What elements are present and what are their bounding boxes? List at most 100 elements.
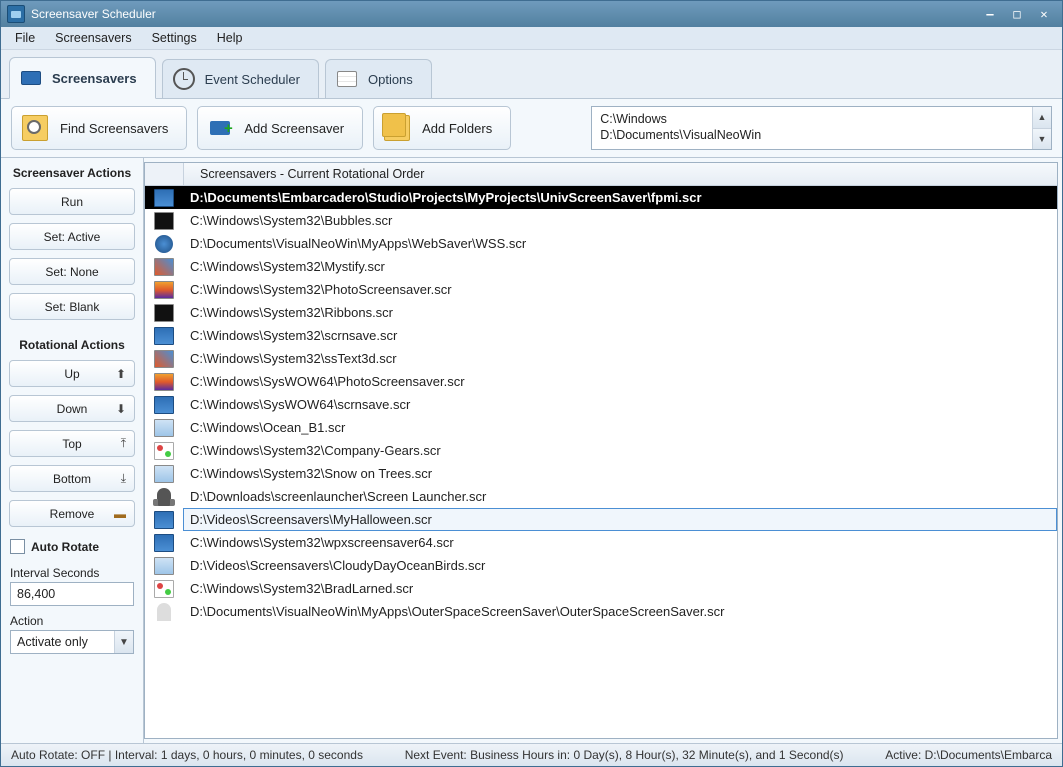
list-item[interactable]: C:\Windows\System32\wpxscreensaver64.scr [145, 531, 1057, 554]
tab-event-scheduler[interactable]: Event Scheduler [162, 59, 319, 98]
remove-button[interactable]: Remove ▬ [9, 500, 135, 527]
list-item[interactable]: C:\Windows\SysWOW64\PhotoScreensaver.scr [145, 370, 1057, 393]
path-spin-down[interactable]: ▼ [1033, 129, 1051, 150]
arrow-down-icon: ⬇ [116, 402, 126, 416]
button-label: Find Screensavers [60, 121, 168, 136]
list-item-path: C:\Windows\SysWOW64\PhotoScreensaver.scr [183, 370, 1057, 393]
list-item-path: C:\Windows\System32\Bubbles.scr [183, 209, 1057, 232]
checkbox-label: Auto Rotate [31, 540, 99, 554]
menu-settings[interactable]: Settings [142, 29, 207, 47]
menu-help[interactable]: Help [207, 29, 253, 47]
path-spinner: ▲ ▼ [1032, 107, 1051, 149]
chevron-down-icon: ▼ [114, 631, 133, 653]
list-item-path: C:\Windows\System32\PhotoScreensaver.scr [183, 278, 1057, 301]
status-right: Active: D:\Documents\Embarca [879, 748, 1058, 762]
list-item[interactable]: C:\Windows\System32\Company-Gears.scr [145, 439, 1057, 462]
set-blank-button[interactable]: Set: Blank [9, 293, 135, 320]
tab-label: Screensavers [52, 71, 137, 86]
menu-file[interactable]: File [5, 29, 45, 47]
titlebar[interactable]: Screensaver Scheduler — □ ✕ [1, 1, 1062, 27]
list-item[interactable]: D:\Documents\Embarcadero\Studio\Projects… [145, 186, 1057, 209]
list-item[interactable]: C:\Windows\System32\ssText3d.scr [145, 347, 1057, 370]
checkbox-box [10, 539, 25, 554]
list-item-icon-cell [145, 209, 183, 232]
list-item-path: C:\Windows\System32\scrnsave.scr [183, 324, 1057, 347]
path-spin-up[interactable]: ▲ [1033, 107, 1051, 129]
path-line: C:\Windows [600, 111, 1024, 127]
list-rows[interactable]: D:\Documents\Embarcadero\Studio\Projects… [145, 186, 1057, 738]
down-button[interactable]: Down ⬇ [9, 395, 135, 422]
tab-options[interactable]: Options [325, 59, 432, 98]
set-active-button[interactable]: Set: Active [9, 223, 135, 250]
tab-label: Event Scheduler [205, 72, 300, 87]
tab-screensavers[interactable]: Screensavers [9, 57, 156, 99]
arrow-top-icon: ⤒ [121, 436, 126, 451]
button-label: Up [64, 367, 79, 381]
button-label: Add Screensaver [244, 121, 344, 136]
add-folders-button[interactable]: Add Folders [373, 106, 511, 150]
status-left: Auto Rotate: OFF | Interval: 1 days, 0 h… [5, 748, 369, 762]
list-item[interactable]: C:\Windows\System32\Ribbons.scr [145, 301, 1057, 324]
button-label: Bottom [53, 472, 91, 486]
list-item[interactable]: D:\Videos\Screensavers\CloudyDayOceanBir… [145, 554, 1057, 577]
list-item[interactable]: C:\Windows\System32\BradLarned.scr [145, 577, 1057, 600]
list-item[interactable]: D:\Videos\Screensavers\MyHalloween.scr [145, 508, 1057, 531]
run-button[interactable]: Run [9, 188, 135, 215]
options-icon [336, 68, 358, 90]
list-item[interactable]: C:\Windows\Ocean_B1.scr [145, 416, 1057, 439]
menu-screensavers[interactable]: Screensavers [45, 29, 141, 47]
screensaver-icon [154, 396, 174, 414]
list-item[interactable]: C:\Windows\System32\scrnsave.scr [145, 324, 1057, 347]
remove-icon: ▬ [114, 507, 126, 521]
add-monitor-icon [208, 116, 232, 140]
list-item[interactable]: D:\Downloads\screenlauncher\Screen Launc… [145, 485, 1057, 508]
list-item-path: C:\Windows\System32\wpxscreensaver64.scr [183, 531, 1057, 554]
auto-rotate-checkbox[interactable]: Auto Rotate [6, 531, 138, 558]
screensaver-icon [157, 488, 171, 506]
window: Screensaver Scheduler — □ ✕ File Screens… [0, 0, 1063, 767]
search-paths-box[interactable]: C:\Windows D:\Documents\VisualNeoWin ▲ ▼ [591, 106, 1052, 150]
monitor-icon [20, 67, 42, 89]
list-item[interactable]: C:\Windows\SysWOW64\scrnsave.scr [145, 393, 1057, 416]
list-header-handle [145, 163, 184, 185]
list-item-path: C:\Windows\System32\Mystify.scr [183, 255, 1057, 278]
list-item[interactable]: D:\Documents\VisualNeoWin\MyApps\WebSave… [145, 232, 1057, 255]
list-item[interactable]: C:\Windows\System32\Mystify.scr [145, 255, 1057, 278]
list-item-path: D:\Documents\VisualNeoWin\MyApps\WebSave… [183, 232, 1057, 255]
top-button[interactable]: Top ⤒ [9, 430, 135, 457]
action-combo[interactable]: Activate only ▼ [10, 630, 134, 654]
list-item-icon-cell [145, 577, 183, 600]
status-center: Next Event: Business Hours in: 0 Day(s),… [399, 748, 850, 762]
list-item-path: D:\Videos\Screensavers\MyHalloween.scr [183, 508, 1057, 531]
up-button[interactable]: Up ⬆ [9, 360, 135, 387]
screensaver-icon [154, 304, 174, 322]
toolbar: Find Screensavers Add Screensaver Add Fo… [1, 99, 1062, 158]
button-label: Run [61, 195, 83, 209]
list-item[interactable]: C:\Windows\System32\Bubbles.scr [145, 209, 1057, 232]
list-item-icon-cell [145, 439, 183, 462]
add-screensaver-button[interactable]: Add Screensaver [197, 106, 363, 150]
find-screensavers-button[interactable]: Find Screensavers [11, 106, 187, 150]
close-button[interactable]: ✕ [1032, 6, 1056, 22]
side-panel: Screensaver Actions Run Set: Active Set:… [1, 158, 144, 743]
set-none-button[interactable]: Set: None [9, 258, 135, 285]
button-label: Set: None [45, 265, 98, 279]
list-header: Screensavers - Current Rotational Order [145, 163, 1057, 186]
path-line: D:\Documents\VisualNeoWin [600, 127, 1024, 143]
list-item-path: C:\Windows\System32\Ribbons.scr [183, 301, 1057, 324]
screensaver-icon [154, 465, 174, 483]
list-item[interactable]: C:\Windows\System32\PhotoScreensaver.scr [145, 278, 1057, 301]
screensaver-icon [154, 557, 174, 575]
interval-seconds-input[interactable]: 86,400 [10, 582, 134, 606]
search-paths-text: C:\Windows D:\Documents\VisualNeoWin [592, 107, 1032, 149]
screensaver-icon [154, 189, 174, 207]
maximize-button[interactable]: □ [1005, 6, 1029, 22]
screensaver-icon [157, 603, 171, 621]
list-item[interactable]: D:\Documents\VisualNeoWin\MyApps\OuterSp… [145, 600, 1057, 623]
arrow-bottom-icon: ⤓ [121, 471, 126, 486]
bottom-button[interactable]: Bottom ⤓ [9, 465, 135, 492]
minimize-button[interactable]: — [978, 6, 1002, 22]
list-item[interactable]: C:\Windows\System32\Snow on Trees.scr [145, 462, 1057, 485]
list-item-icon-cell [145, 278, 183, 301]
screensaver-icon [155, 235, 173, 253]
